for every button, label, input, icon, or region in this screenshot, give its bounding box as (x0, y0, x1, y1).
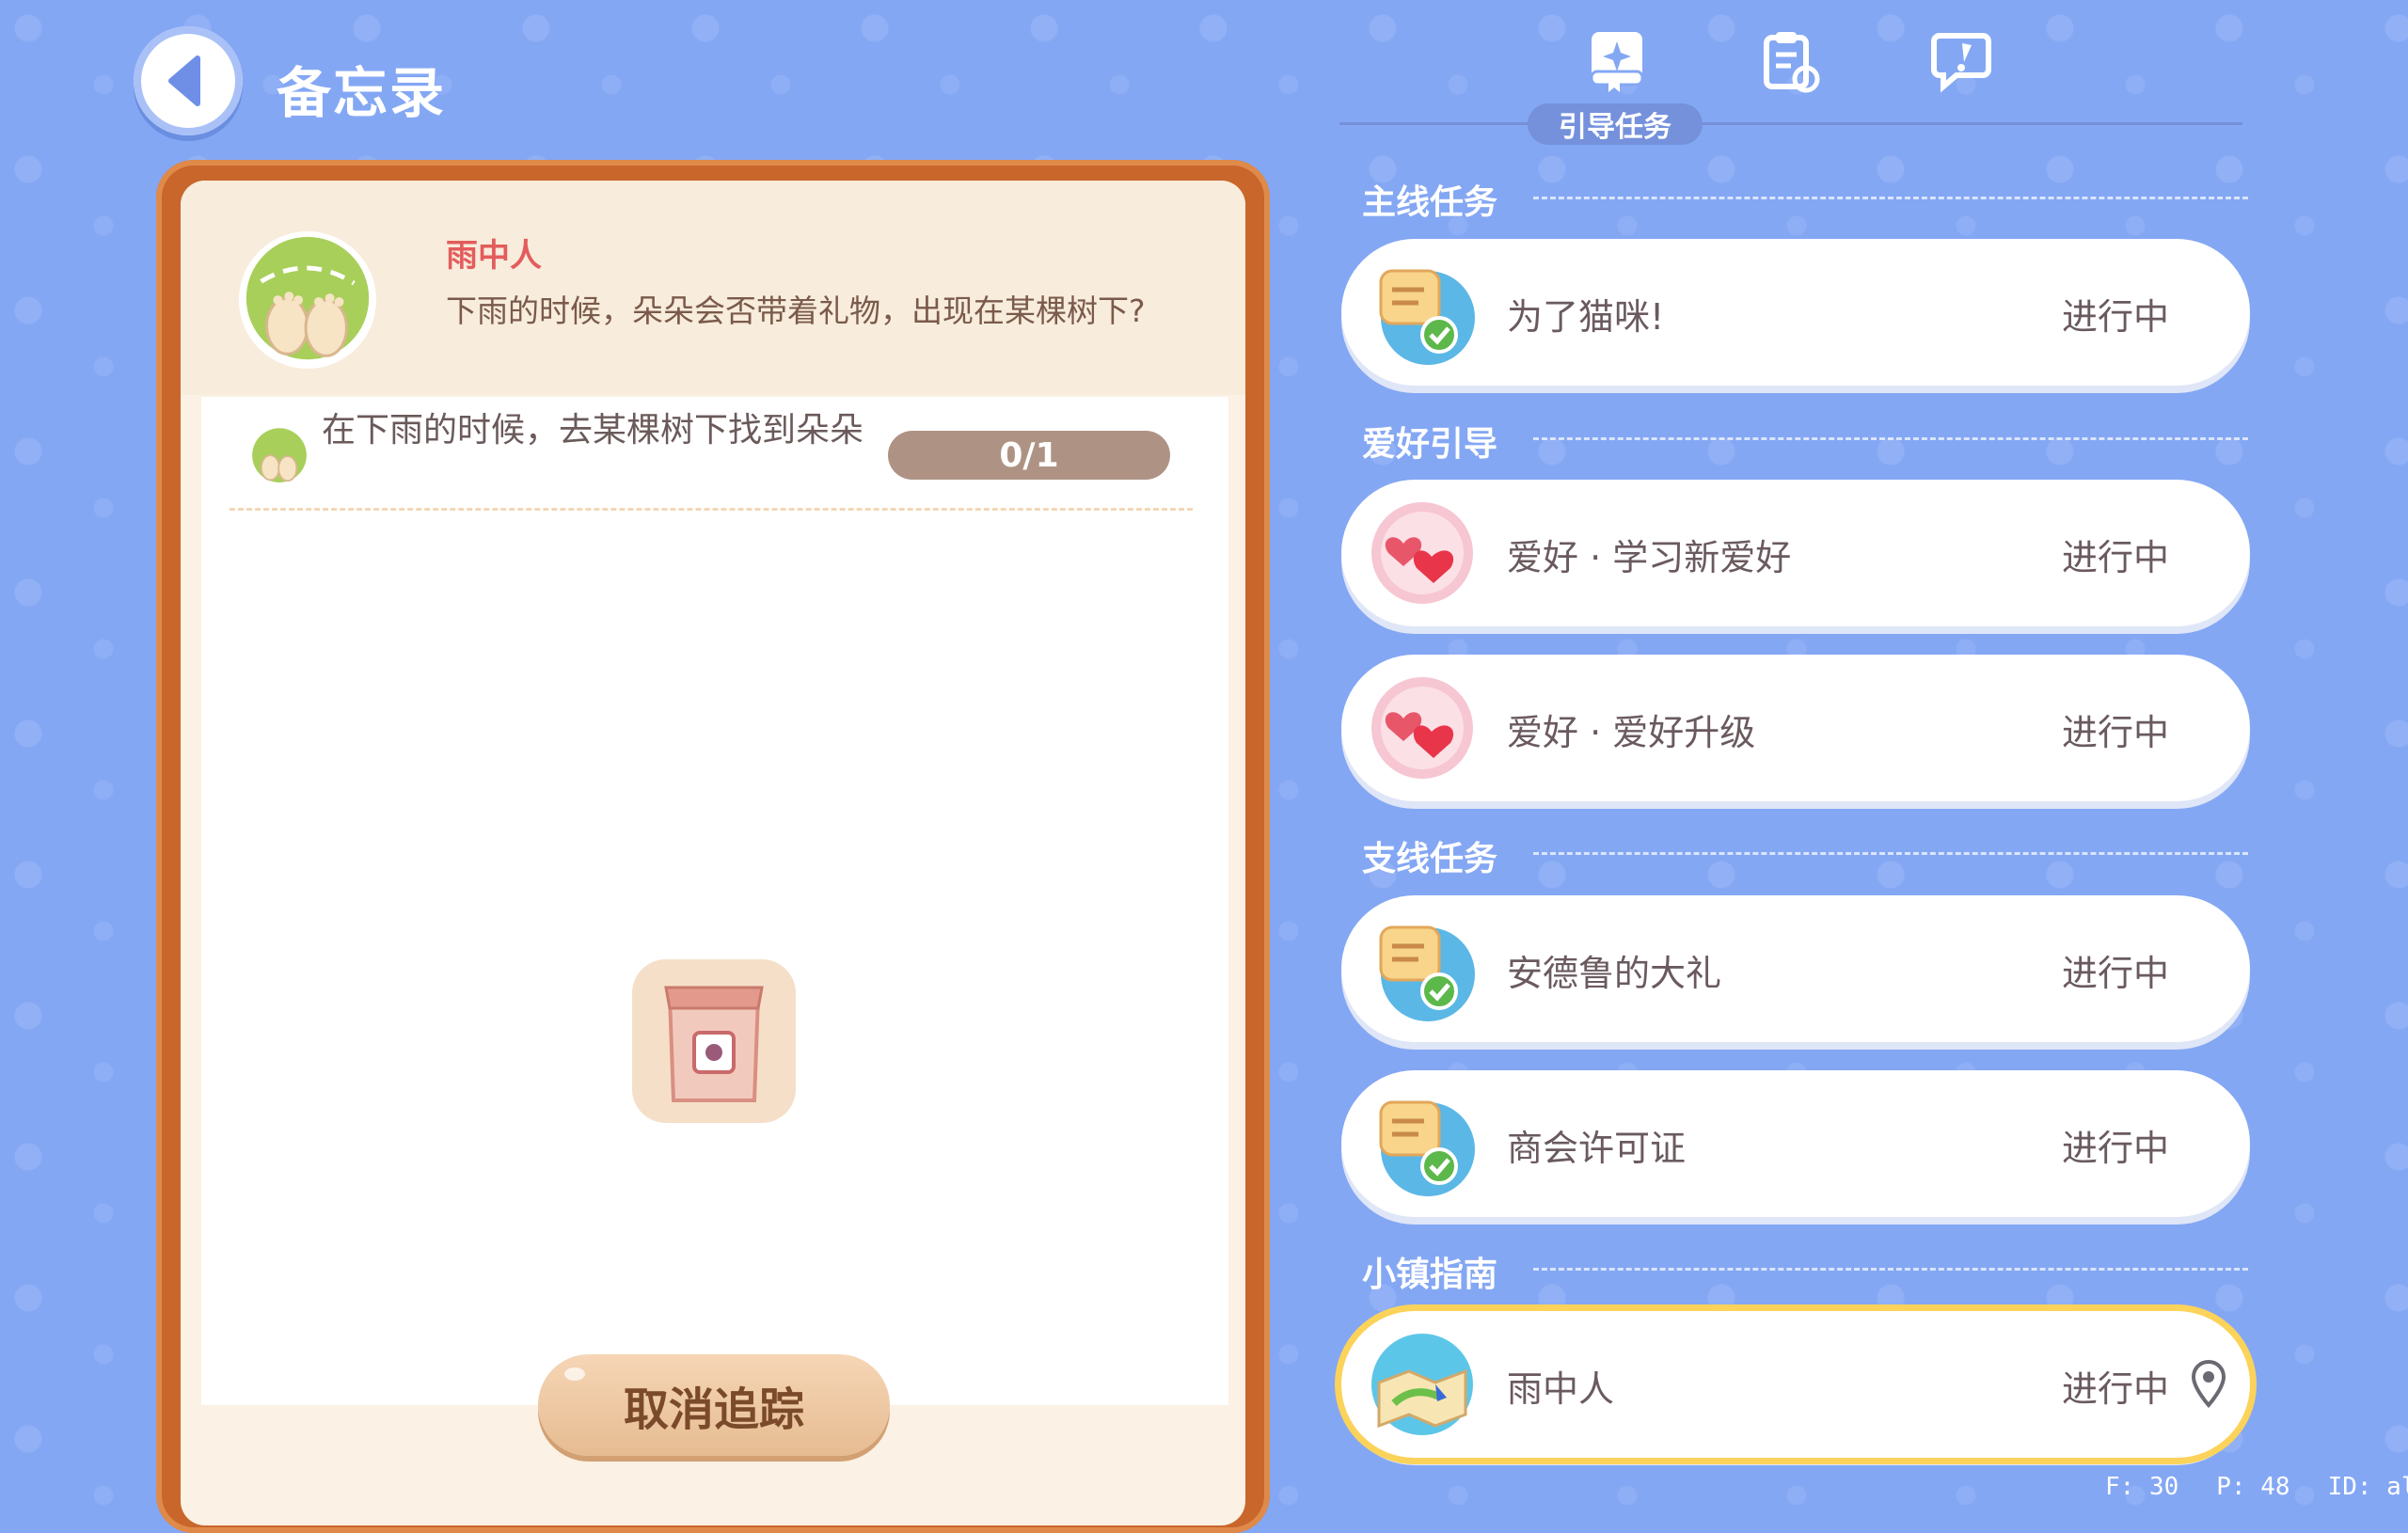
back-arrow-icon (168, 55, 200, 106)
quest-card-tracked[interactable]: 雨中人 进行中 (1341, 1311, 2250, 1458)
section-divider (1533, 1268, 2248, 1271)
tab-underline (1339, 122, 2242, 125)
task-progress: 0/1 (888, 431, 1170, 480)
footprints-globe-small-icon (248, 425, 310, 487)
quest-title: 雨中人 (1507, 1368, 1615, 1410)
quest-status: 进行中 (2062, 537, 2170, 578)
quest-card[interactable]: 爱好 · 爱好升级 进行中 (1341, 655, 2250, 801)
section-divider (1533, 852, 2248, 855)
section-title-side: 支线任务 (1362, 840, 1498, 878)
quest-description: 下雨的时候，朵朵会否带着礼物，出现在某棵树下? (446, 292, 1146, 329)
note-check-icon (1379, 925, 1475, 1021)
quest-title: 为了猫咪! (1507, 296, 1665, 338)
section-title-town-guide: 小镇指南 (1362, 1256, 1498, 1294)
quest-card[interactable]: 商会许可证 进行中 (1341, 1070, 2250, 1217)
location-pin-icon (2192, 1360, 2226, 1409)
debug-fps: F: 30 (2105, 1473, 2179, 1501)
quest-card[interactable]: 安德鲁的大礼 进行中 (1341, 895, 2250, 1042)
hearts-icon (1371, 677, 1473, 779)
divider (230, 508, 1193, 511)
debug-id: ID: alexkdy (2327, 1473, 2408, 1501)
section-title-main: 主线任务 (1362, 183, 1498, 222)
hearts-icon (1371, 502, 1473, 604)
note-check-icon (1379, 1100, 1475, 1196)
quest-status: 进行中 (2062, 712, 2170, 753)
gift-bag-icon (664, 986, 764, 1102)
quest-name: 雨中人 (446, 237, 542, 275)
debug-ping: P: 48 (2216, 1473, 2290, 1501)
quest-title: 商会许可证 (1507, 1128, 1687, 1169)
task-area (201, 397, 1228, 1405)
section-divider (1533, 437, 2248, 440)
quest-status: 进行中 (2062, 1128, 2170, 1169)
page-title: 备忘录 (277, 61, 447, 125)
clipboard-refresh-icon[interactable] (1757, 28, 1823, 94)
quest-card[interactable]: 爱好 · 学习新爱好 进行中 (1341, 480, 2250, 626)
note-check-icon (1379, 269, 1475, 365)
tab-guide-tasks[interactable]: 引导任务 (1528, 103, 1703, 145)
back-button[interactable] (134, 26, 243, 135)
cancel-tracking-button[interactable]: 取消追踪 (538, 1354, 890, 1456)
section-divider (1533, 197, 2248, 199)
section-title-hobby: 爱好引导 (1362, 425, 1498, 464)
guide-book-icon[interactable] (1584, 28, 1650, 94)
reward-item[interactable] (632, 959, 796, 1123)
debug-info: F: 30 P: 48 ID: alexkdy (2105, 1473, 2408, 1501)
quest-status: 进行中 (2062, 296, 2170, 338)
footprints-globe-icon (238, 230, 377, 370)
quest-card[interactable]: 为了猫咪! 进行中 (1341, 239, 2250, 386)
bubble-pencil-icon[interactable] (1930, 28, 1996, 94)
map-icon (1371, 1334, 1473, 1435)
task-objective-text: 在下雨的时候，去某棵树下找到朵朵 (322, 411, 864, 450)
quest-title: 爱好 · 爱好升级 (1507, 712, 1756, 753)
quest-title: 安德鲁的大礼 (1507, 953, 1722, 994)
quest-title: 爱好 · 学习新爱好 (1507, 537, 1792, 578)
quest-status: 进行中 (2062, 1368, 2170, 1410)
quest-status: 进行中 (2062, 953, 2170, 994)
